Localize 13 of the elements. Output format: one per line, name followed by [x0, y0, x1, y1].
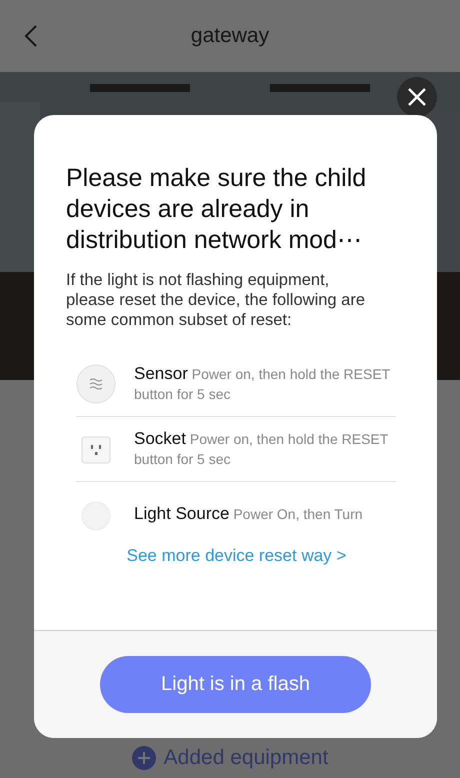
sensor-icon — [76, 364, 116, 404]
device-reset-instruction: Light Source Power On, then Turn — [134, 504, 364, 524]
flash-confirm-button[interactable]: Light is in a flash — [100, 656, 371, 713]
add-icon[interactable] — [132, 746, 156, 770]
device-reset-instruction: Socket Power on, then hold the RESET button for 5 sec — [134, 429, 390, 469]
dialog-message: If the light is not flashing equipment, please reset the device, the following are some common subset of reset: — [66, 270, 366, 330]
more-reset-link[interactable]: See more device reset way > — [126, 546, 346, 566]
page-title: gateway — [190, 24, 270, 48]
close-icon — [407, 87, 427, 107]
add-equipment-label[interactable]: Added equipment — [164, 746, 328, 770]
device-reset-instruction: Sensor Power on, then hold the RESET button for 5 sec — [134, 364, 391, 404]
dialog-title: Please make sure the child devices are already in distribution network mod⋯ — [66, 163, 368, 256]
back-icon[interactable] — [24, 24, 38, 48]
